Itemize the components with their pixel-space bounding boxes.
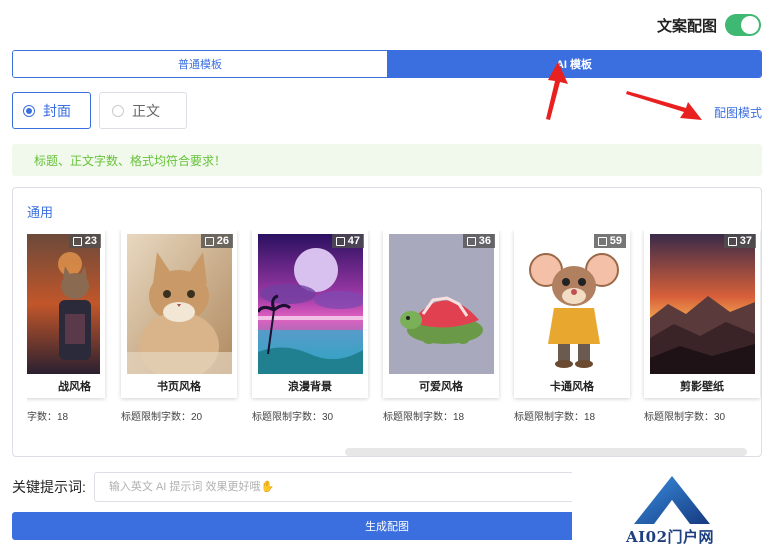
template-tabs: 普通模板 AI 模板 (12, 50, 762, 78)
card-name: 书页风格 (157, 381, 201, 393)
copy-image-label: 文案配图 (656, 17, 717, 35)
tab-normal-template[interactable]: 普通模板 (13, 51, 387, 77)
copy-image-toggle[interactable] (725, 14, 761, 36)
template-card[interactable]: 23 战风格 字数：18 (27, 230, 105, 423)
panel-category-title: 通用 (27, 205, 54, 220)
edit-icon (72, 236, 82, 246)
annotation-arrow-icon (546, 62, 568, 120)
page-type-radio-group: 封面 正文 (12, 92, 187, 129)
radio-dot-icon (112, 104, 124, 117)
template-card[interactable]: 37 剪影壁纸 标题限制字数：30 (644, 230, 760, 423)
keyword-label: 关键提示词: (12, 479, 86, 495)
watermark-logo: AI02门户网 (572, 468, 768, 549)
edit-icon (597, 236, 607, 246)
template-card-strip: 23 战风格 字数：18 26 书页风格 标题限制字数：20 47 浪漫背景 标… (27, 230, 761, 430)
template-card[interactable]: 36 可爱风格 标题限制字数：18 (383, 230, 499, 423)
radio-body-label: 正文 (132, 102, 160, 119)
edit-icon (727, 236, 737, 246)
card-title-limit: 标题限制字数：20 (121, 412, 203, 423)
watermark-text: AI02门户网 (626, 528, 715, 546)
card-count-badge: 59 (593, 234, 626, 248)
validation-alert: 标题、正文字数、格式均符合要求！ (12, 144, 762, 176)
card-title-limit: 标题限制字数：30 (252, 412, 334, 423)
template-card[interactable]: 47 浪漫背景 标题限制字数：30 (252, 230, 368, 423)
annotation-arrow-icon (626, 91, 702, 120)
edit-icon (466, 236, 476, 246)
card-thumbnail (27, 234, 100, 374)
card-count-badge: 47 (331, 234, 364, 248)
card-count-badge: 36 (462, 234, 495, 248)
radio-dot-icon (23, 104, 35, 117)
card-count-badge: 23 (68, 234, 101, 248)
toggle-knob (741, 16, 759, 34)
template-card[interactable]: 59 卡通风格 标题限制字数：18 (514, 230, 630, 423)
card-title-limit: 标题限制字数：18 (514, 412, 596, 423)
copy-image-toggle-row: 文案配图 (657, 14, 761, 36)
card-thumbnail (520, 234, 625, 374)
radio-cover-label: 封面 (43, 102, 71, 119)
image-mode-link[interactable]: 配图模式 (714, 104, 762, 121)
card-name: 剪影壁纸 (680, 381, 724, 393)
card-thumbnail (650, 234, 755, 374)
card-name: 卡通风格 (550, 381, 594, 393)
edit-icon (204, 236, 214, 246)
card-thumbnail (258, 234, 363, 374)
radio-body[interactable]: 正文 (99, 92, 187, 129)
watermark-logo-icon (634, 476, 710, 524)
alert-text: 标题、正文字数、格式均符合要求！ (34, 153, 227, 168)
horizontal-scrollbar[interactable] (345, 448, 747, 456)
template-card[interactable]: 26 书页风格 标题限制字数：20 (121, 230, 237, 423)
card-title-limit: 标题限制字数：18 (383, 412, 465, 423)
radio-cover[interactable]: 封面 (12, 92, 91, 129)
card-thumbnail (127, 234, 232, 374)
card-name: 可爱风格 (419, 381, 463, 393)
card-name: 浪漫背景 (288, 381, 332, 393)
card-title-limit: 字数：18 (27, 412, 69, 423)
card-name: 战风格 (58, 381, 91, 393)
card-thumbnail (389, 234, 494, 374)
tab-ai-template[interactable]: AI 模板 (387, 51, 761, 77)
card-count-badge: 26 (200, 234, 233, 248)
card-count-badge: 37 (723, 234, 756, 248)
card-title-limit: 标题限制字数：30 (644, 412, 726, 423)
edit-icon (335, 236, 345, 246)
template-panel: 通用 23 战风格 字数：18 26 书页风格 标题限制字数：20 47 浪漫背… (12, 187, 762, 457)
